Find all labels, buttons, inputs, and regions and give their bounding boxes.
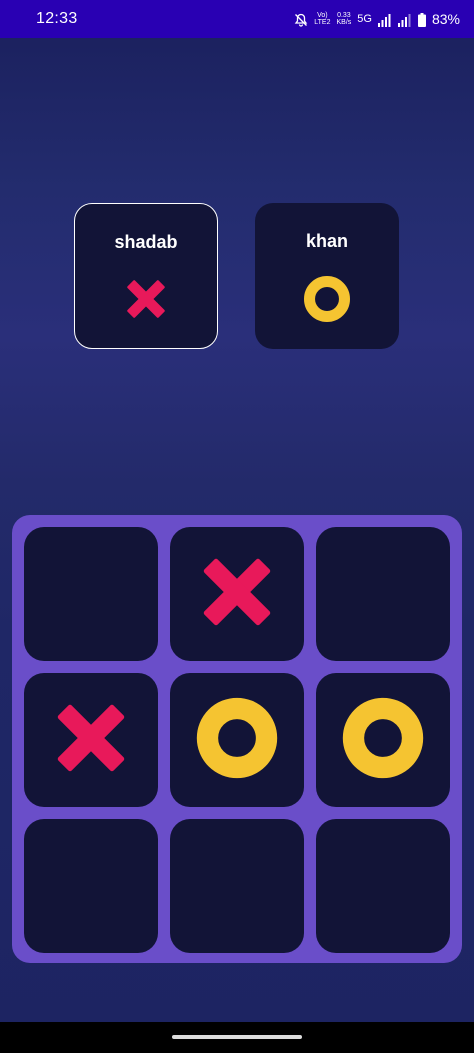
app-screen: 12:33 Vo) LTE2 0.33 KB/s 5G 83% shadab k… <box>0 0 474 1053</box>
network-type: 5G <box>357 13 372 25</box>
x-mark-icon <box>52 699 130 782</box>
o-mark-icon <box>304 276 350 327</box>
status-bar: 12:33 Vo) LTE2 0.33 KB/s 5G 83% <box>0 0 474 38</box>
player-name: shadab <box>114 232 178 252</box>
mute-icon <box>294 11 308 27</box>
volte-line1: Vo) <box>317 12 328 19</box>
home-indicator[interactable] <box>172 1035 302 1039</box>
signal-icon <box>397 11 412 27</box>
player-card-shadab: shadab <box>74 203 218 349</box>
board-cell-5[interactable] <box>170 673 304 807</box>
board-cell-4[interactable] <box>24 673 158 807</box>
player-card-khan: khan <box>255 203 399 349</box>
status-icons: Vo) LTE2 0.33 KB/s 5G 83% <box>294 11 460 27</box>
battery-percent: 83% <box>431 11 460 27</box>
status-time: 12:33 <box>36 10 78 27</box>
o-mark-icon <box>342 697 424 784</box>
signal-icon <box>377 11 392 27</box>
speed-value: 0.33 <box>337 12 351 19</box>
board-cell-6[interactable] <box>316 673 450 807</box>
o-mark-icon <box>196 697 278 784</box>
board-cell-3[interactable] <box>316 527 450 661</box>
battery-icon <box>417 11 426 27</box>
game-board <box>12 515 462 963</box>
board-cell-2[interactable] <box>170 527 304 661</box>
speed-unit: KB/s <box>336 19 352 26</box>
network-speed: 0.33 KB/s <box>336 12 351 26</box>
board-cell-8[interactable] <box>170 819 304 953</box>
board-cell-1[interactable] <box>24 527 158 661</box>
x-mark-icon <box>198 553 276 636</box>
x-mark-icon <box>124 277 168 326</box>
player-name: khan <box>305 231 348 251</box>
volte-line2: LTE2 <box>314 19 331 26</box>
board-cell-9[interactable] <box>316 819 450 953</box>
board-cell-7[interactable] <box>24 819 158 953</box>
volte-indicator: Vo) LTE2 <box>314 12 330 26</box>
